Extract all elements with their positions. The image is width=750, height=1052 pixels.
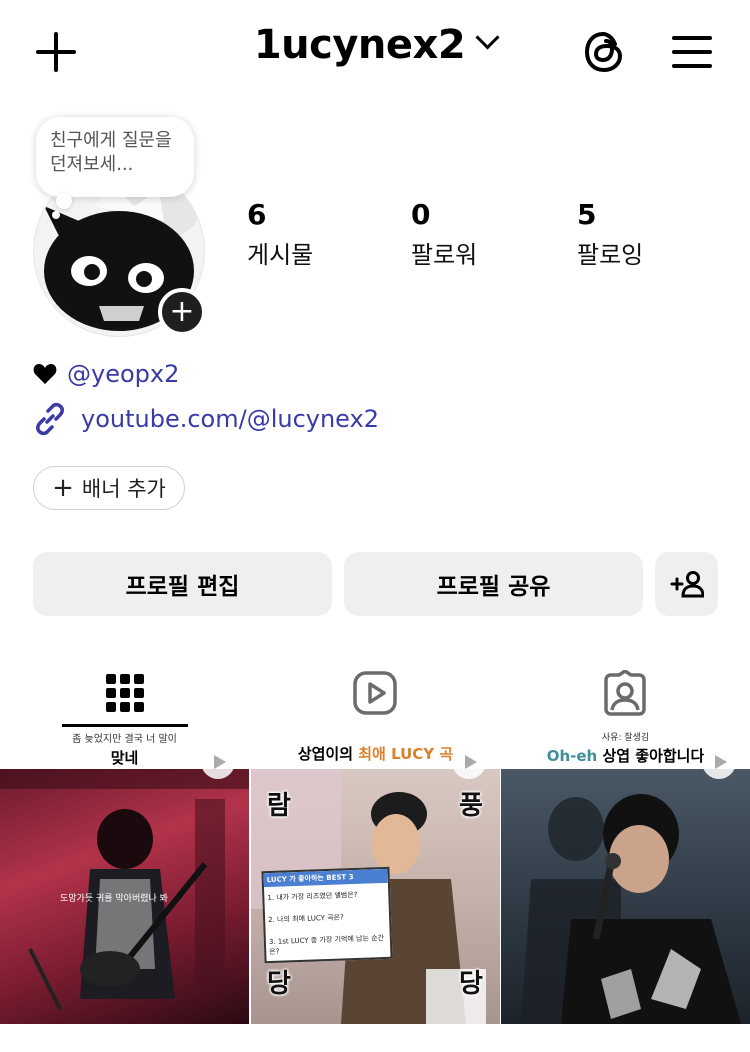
post-image: [501, 769, 750, 1024]
corner-char: 람: [267, 791, 291, 821]
reel-badge-icon: [452, 745, 486, 779]
add-person-icon: [670, 571, 704, 598]
posts-count[interactable]: 6 게시물: [247, 198, 313, 270]
grid-icon: [106, 674, 144, 712]
tab-posts-grid[interactable]: [0, 658, 250, 728]
account-switcher[interactable]: 1ucynex2: [0, 22, 750, 68]
add-banner-label: 배너 추가: [81, 477, 166, 501]
note-bubble-tail: [56, 193, 72, 209]
stat-count: 5: [577, 198, 597, 231]
plus-icon: +: [52, 473, 74, 503]
post-caption-rest: 상엽 좋아합니다: [597, 747, 705, 765]
profile-link[interactable]: youtube.com/@lucynex2: [33, 402, 379, 436]
post-thumbnail-2[interactable]: 상엽이의 최애 LUCY 곡 LUCY 가 좋아하는 BEST 3 1. 내가 …: [251, 729, 500, 1024]
post-caption-accent: Oh-eh: [546, 747, 598, 765]
post-image: 도망가듯 귀를 막아버렸나 봐: [0, 769, 249, 1024]
stat-label: 팔로워: [411, 241, 478, 269]
post-thumbnail-1[interactable]: 좀 늦었지만 결국 너 말이 맞네 도망가듯 귀를 막아버렸나 봐: [0, 729, 249, 1024]
reel-badge-icon: [702, 745, 736, 779]
post-image: LUCY 가 좋아하는 BEST 3 1. 내가 가장 리즈였던 앨범은? 2.…: [251, 769, 500, 1024]
stat-count: 0: [411, 198, 431, 231]
reels-icon: [353, 671, 397, 715]
followers-count[interactable]: 0 팔로워: [411, 198, 477, 270]
stat-label: 게시물: [247, 241, 314, 269]
stat-label: 팔로잉: [577, 241, 644, 269]
username: 1ucynex2: [253, 22, 466, 68]
note-bubble-tail-small: [52, 211, 60, 219]
heart-icon: [33, 364, 57, 384]
discover-people-button[interactable]: [655, 552, 718, 616]
tagged-icon: [604, 670, 646, 716]
link-text: youtube.com/@lucynex2: [81, 405, 379, 433]
menu-icon[interactable]: [668, 28, 716, 76]
corner-char: 당: [459, 969, 483, 999]
post-caption-accent: 최애 LUCY 곡: [358, 745, 454, 763]
quiz-board-line: 3. 1st LUCY 중 가장 기억에 남는 순간은?: [268, 934, 385, 957]
corner-char: 당: [267, 969, 291, 999]
post-caption-small: 사유: 잘생김: [601, 733, 650, 743]
stat-count: 6: [247, 198, 267, 231]
share-profile-button[interactable]: 프로필 공유: [344, 552, 643, 616]
add-story-button[interactable]: +: [158, 288, 206, 336]
post-thumbnail-3[interactable]: 사유: 잘생김 Oh-eh 상엽 좋아합니다: [501, 729, 750, 1024]
link-icon: [36, 402, 64, 436]
post-overlay-text: 도망가듯 귀를 막아버렸나 봐: [60, 894, 168, 904]
post-caption-prefix: 상엽이의: [297, 745, 359, 763]
note-bubble[interactable]: 친구에게 질문을 던져보세...: [36, 117, 194, 197]
edit-profile-label: 프로필 편집: [125, 574, 240, 600]
reel-badge-icon: [201, 745, 235, 779]
following-count[interactable]: 5 팔로잉: [577, 198, 643, 270]
corner-char: 풍: [459, 791, 483, 821]
add-banner-button[interactable]: + 배너 추가: [33, 466, 185, 510]
chevron-down-icon: [475, 25, 500, 50]
bio: @yeopx2: [33, 360, 179, 388]
share-profile-label: 프로필 공유: [436, 574, 551, 600]
tab-tagged[interactable]: [500, 658, 750, 728]
post-caption-small: 좀 늦었지만 결국 너 말이: [72, 734, 177, 745]
edit-profile-button[interactable]: 프로필 편집: [33, 552, 332, 616]
bio-mention[interactable]: @yeopx2: [67, 360, 179, 388]
quiz-board: LUCY 가 좋아하는 BEST 3 1. 내가 가장 리즈였던 앨범은? 2.…: [261, 866, 393, 964]
tab-reels[interactable]: [250, 658, 500, 728]
note-text: 친구에게 질문을 던져보세...: [50, 130, 172, 175]
threads-icon[interactable]: [580, 28, 628, 76]
active-tab-indicator: [62, 724, 188, 727]
